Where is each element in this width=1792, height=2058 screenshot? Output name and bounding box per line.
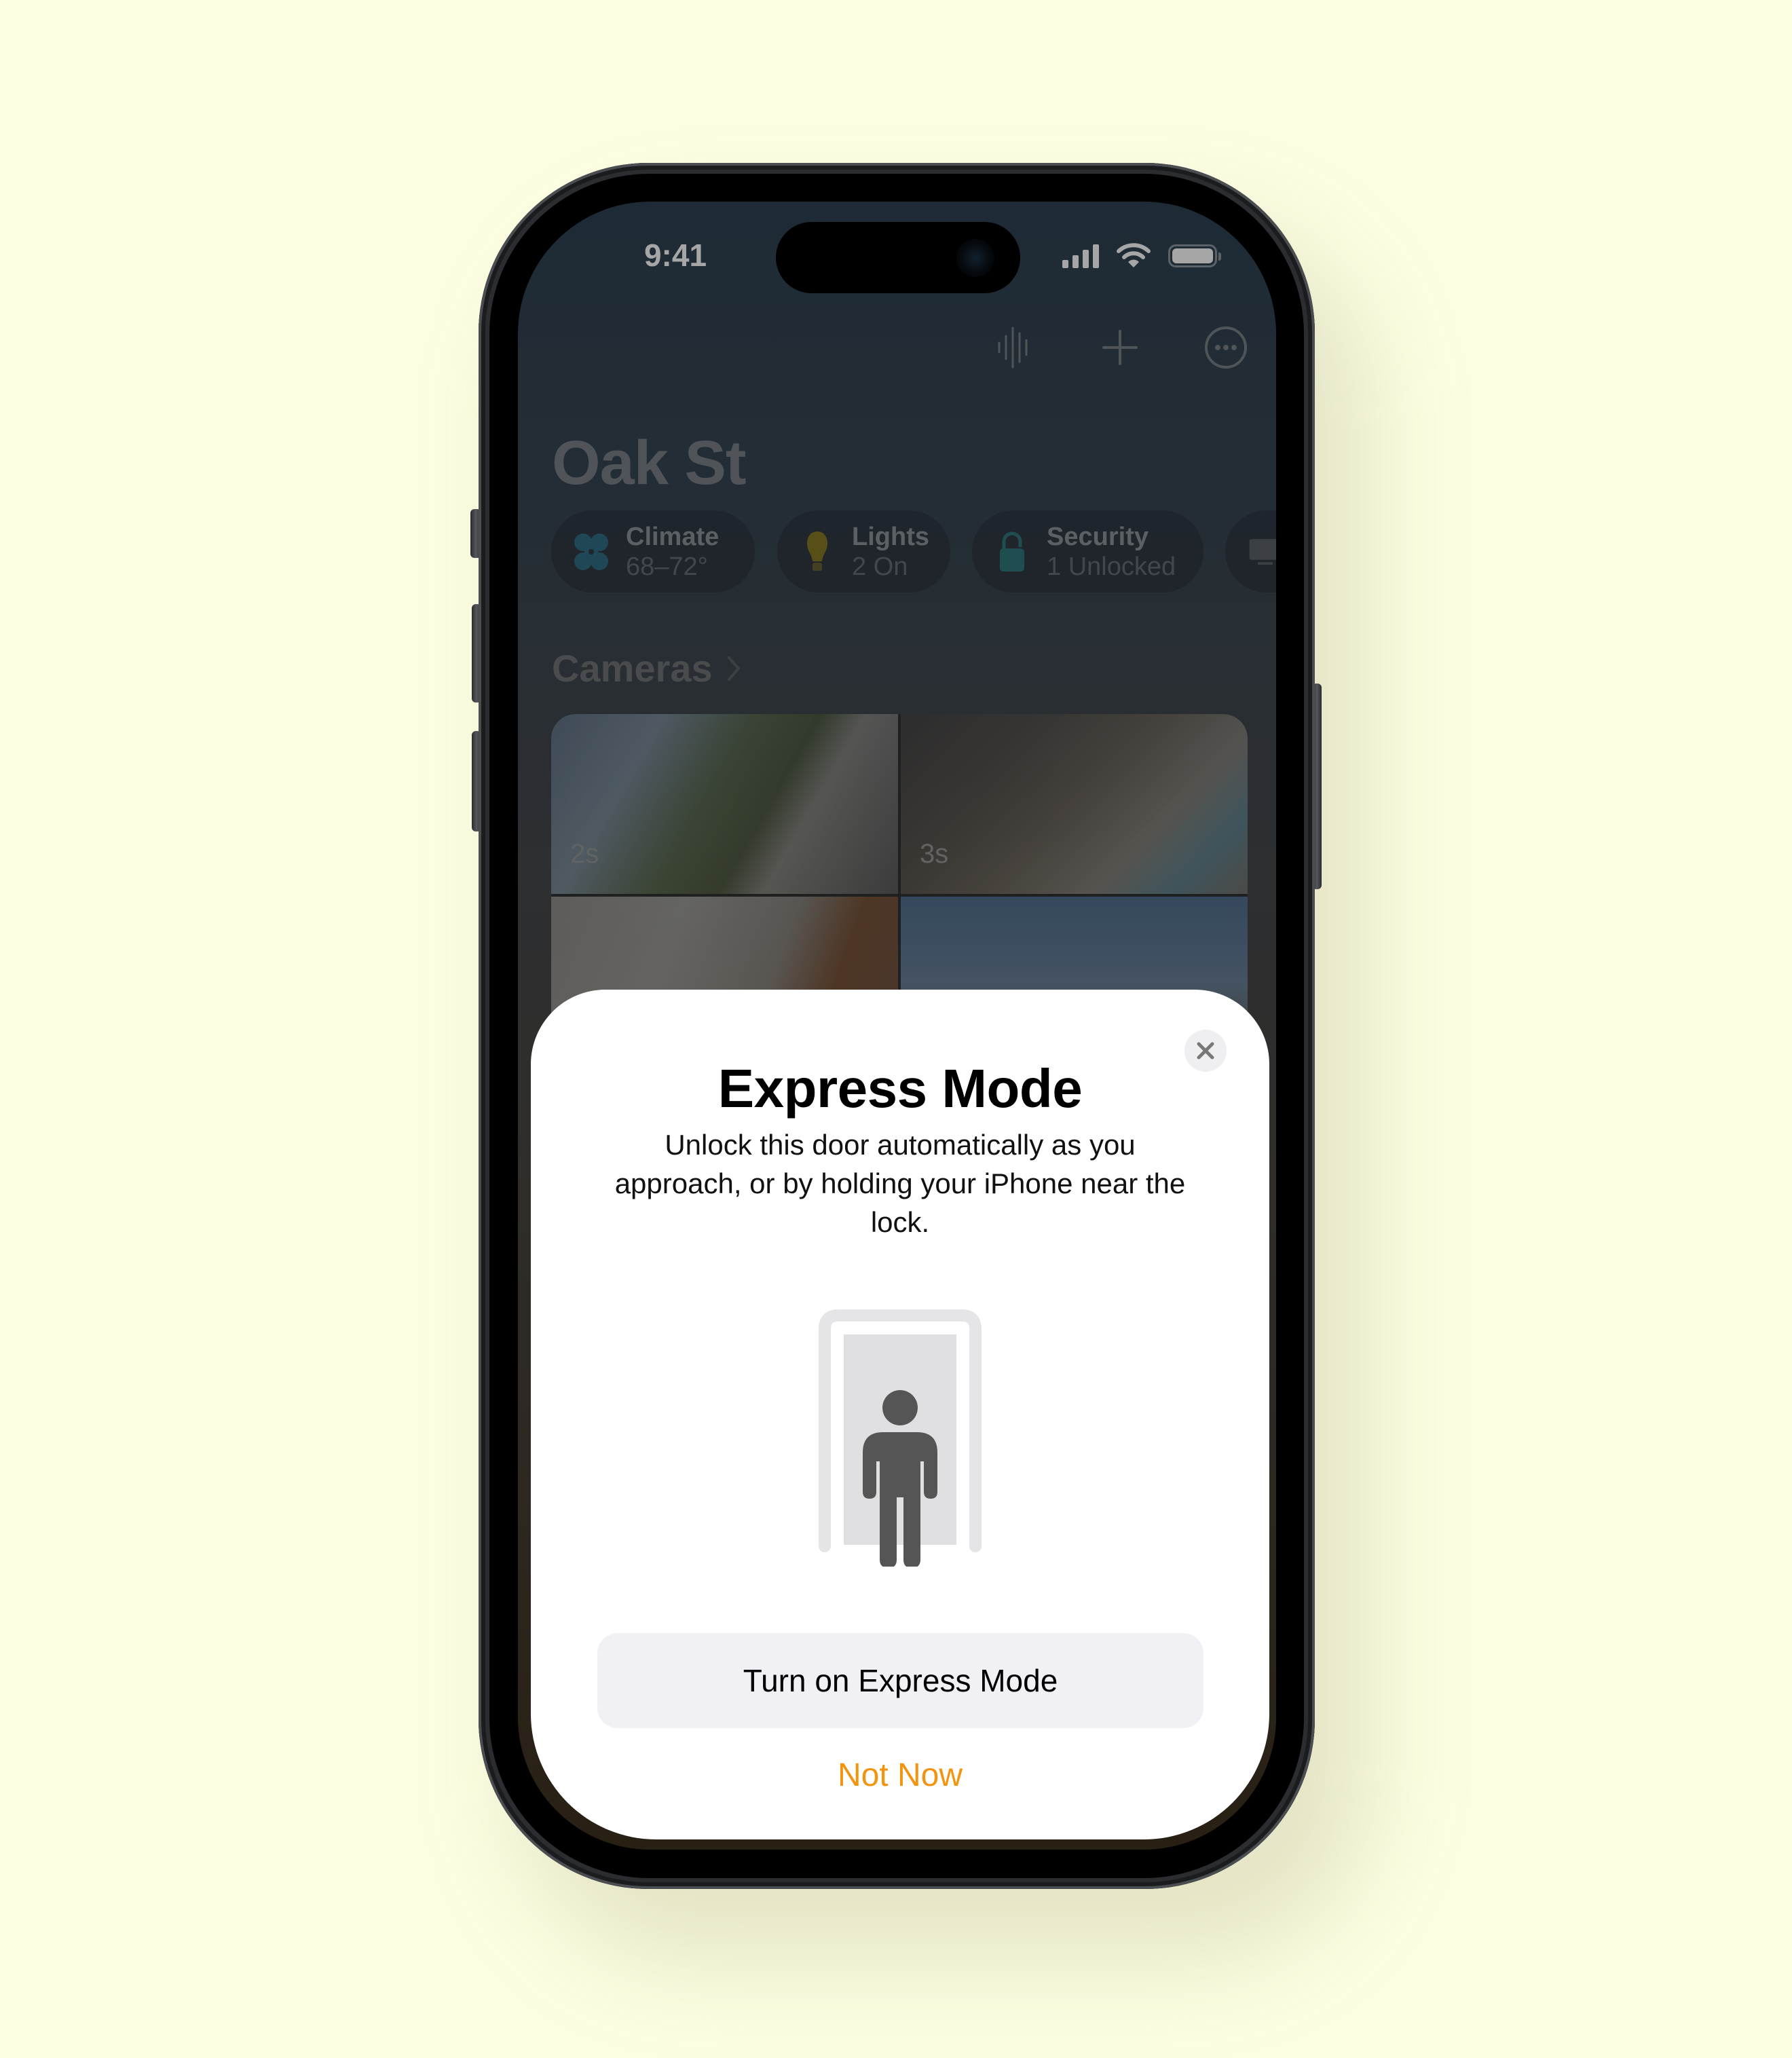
not-now-button[interactable]: Not Now [531, 1757, 1269, 1794]
sheet-description: Unlock this door automatically as you ap… [614, 1129, 1186, 1238]
express-mode-sheet: Express Mode Unlock this door automatica… [531, 990, 1269, 1839]
turn-on-express-mode-button[interactable]: Turn on Express Mode [597, 1633, 1203, 1728]
phone-screen: 9:41 Oak St Climate 68–72° Lights 2 On S… [518, 202, 1276, 1850]
sheet-title: Express Mode [717, 1058, 1083, 1119]
person-in-doorway-icon [819, 1309, 982, 1567]
